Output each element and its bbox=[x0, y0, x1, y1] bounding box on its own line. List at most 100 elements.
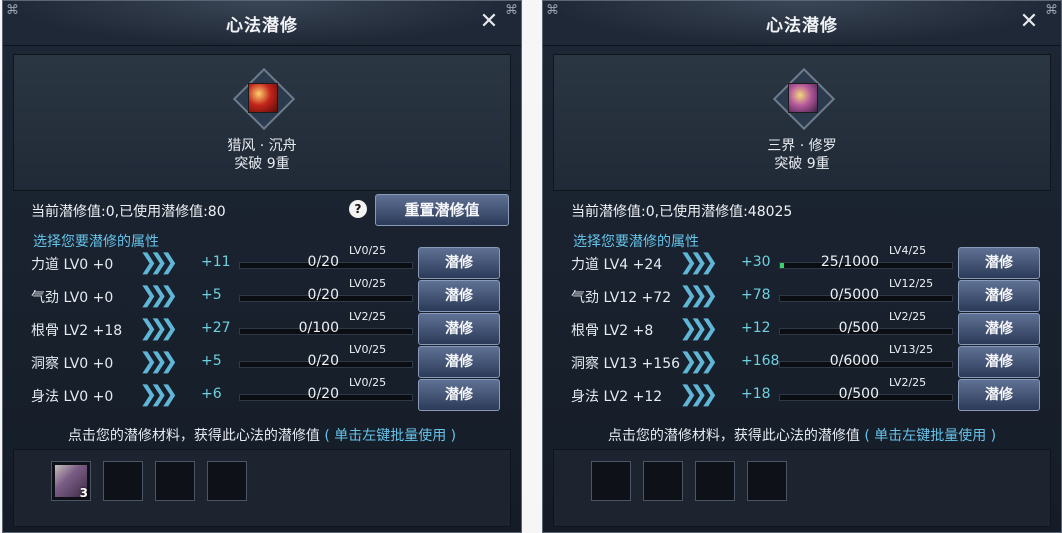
attribute-row: 力道 LV0 +0 ❯❯❯ +11 0/20 LV0/25 潜修 bbox=[3, 244, 521, 280]
attribute-row: 力道 LV4 +24 ❯❯❯ +30 25/1000 LV4/25 潜修 bbox=[543, 244, 1061, 280]
purple-book-icon bbox=[788, 83, 818, 113]
triple-chevron-right-icon: ❯❯❯ bbox=[679, 349, 718, 374]
attribute-row: 洞察 LV0 +0 ❯❯❯ +5 0/20 LV0/25 潜修 bbox=[3, 343, 521, 379]
close-icon[interactable]: ✕ bbox=[1017, 10, 1041, 34]
book-breakthrough: 突破 9重 bbox=[774, 156, 830, 172]
progress-text: 0/20 bbox=[307, 254, 339, 270]
attribute-gain: +30 bbox=[741, 254, 771, 270]
panel-title: 心法潜修 bbox=[226, 16, 298, 36]
material-slot[interactable] bbox=[643, 461, 683, 501]
material-slot[interactable] bbox=[207, 461, 247, 501]
triple-chevron-right-icon: ❯❯❯ bbox=[679, 382, 718, 407]
progress-text: 0/20 bbox=[307, 386, 339, 402]
material-slot[interactable] bbox=[591, 461, 631, 501]
cultivate-button[interactable]: 潜修 bbox=[958, 313, 1040, 345]
book-info: 猎风 · 沉舟 突破 9重 bbox=[13, 54, 511, 191]
triple-chevron-right-icon: ❯❯❯ bbox=[679, 316, 718, 341]
progress-text: 0/5000 bbox=[829, 287, 879, 303]
material-hint: 点击您的潜修材料，获得此心法的潜修值 ( 单击左键批量使用 ) bbox=[3, 425, 521, 445]
reset-cultivation-button[interactable]: 重置潜修值 bbox=[375, 194, 509, 226]
cultivate-button[interactable]: 潜修 bbox=[958, 379, 1040, 411]
attribute-name: 根骨 LV2 +8 bbox=[571, 323, 654, 339]
progress-text: 25/1000 bbox=[820, 254, 879, 270]
corner-ornament-icon: ⌘ bbox=[1045, 3, 1058, 18]
batch-use-link[interactable]: ( 单击左键批量使用 ) bbox=[324, 428, 456, 444]
cultivate-button[interactable]: 潜修 bbox=[958, 280, 1040, 312]
close-icon[interactable]: ✕ bbox=[477, 10, 501, 34]
material-slot[interactable] bbox=[103, 461, 143, 501]
book-info: 三界 · 修罗 突破 9重 bbox=[553, 54, 1051, 191]
cultivation-panel-2: ⌘ 心法潜修 ✕ ⌘ 三界 · 修罗 突破 9重 当前潜修值:0,已使用潜修值:… bbox=[542, 0, 1062, 533]
item-count: 3 bbox=[79, 486, 88, 500]
title-bar[interactable]: ⌘ 心法潜修 ✕ ⌘ bbox=[3, 1, 521, 46]
cultivate-button[interactable]: 潜修 bbox=[958, 247, 1040, 279]
attribute-name: 洞察 LV0 +0 bbox=[31, 356, 114, 372]
progress-text: 0/100 bbox=[298, 320, 339, 336]
triple-chevron-right-icon: ❯❯❯ bbox=[139, 349, 178, 374]
material-slot[interactable] bbox=[747, 461, 787, 501]
attribute-gain: +27 bbox=[201, 320, 231, 336]
book-emblem bbox=[772, 67, 836, 131]
attribute-gain: +18 bbox=[741, 386, 771, 402]
progress-text: 0/20 bbox=[307, 287, 339, 303]
cultivate-button[interactable]: 潜修 bbox=[418, 247, 500, 279]
level-text: LV0/25 bbox=[349, 277, 387, 290]
attribute-gain: +78 bbox=[741, 287, 771, 303]
progress-text: 0/500 bbox=[838, 386, 879, 402]
level-text: LV0/25 bbox=[349, 376, 387, 389]
level-text: LV2/25 bbox=[889, 310, 927, 323]
corner-ornament-icon: ⌘ bbox=[505, 3, 518, 18]
hint-text: 点击您的潜修材料，获得此心法的潜修值 bbox=[67, 428, 320, 444]
attribute-name: 力道 LV0 +0 bbox=[31, 257, 114, 273]
level-text: LV0/25 bbox=[349, 244, 387, 257]
cultivate-button[interactable]: 潜修 bbox=[418, 379, 500, 411]
current-cultivation-value: 当前潜修值:0,已使用潜修值:80 bbox=[31, 204, 226, 220]
attribute-name: 身法 LV2 +12 bbox=[571, 389, 663, 405]
hint-text: 点击您的潜修材料，获得此心法的潜修值 bbox=[607, 428, 860, 444]
progress-text: 0/500 bbox=[838, 320, 879, 336]
level-text: LV2/25 bbox=[349, 310, 387, 323]
cultivate-button[interactable]: 潜修 bbox=[958, 346, 1040, 378]
attribute-name: 根骨 LV2 +18 bbox=[31, 323, 123, 339]
attribute-gain: +5 bbox=[201, 353, 222, 369]
level-text: LV13/25 bbox=[889, 343, 934, 356]
level-text: LV2/25 bbox=[889, 376, 927, 389]
title-bar[interactable]: ⌘ 心法潜修 ✕ ⌘ bbox=[543, 1, 1061, 46]
book-name: 三界 · 修罗 bbox=[767, 138, 837, 154]
cultivate-button[interactable]: 潜修 bbox=[418, 313, 500, 345]
attribute-row: 洞察 LV13 +156 ❯❯❯ +168 0/6000 LV13/25 潜修 bbox=[543, 343, 1061, 379]
panel-title: 心法潜修 bbox=[766, 16, 838, 36]
triple-chevron-right-icon: ❯❯❯ bbox=[679, 250, 718, 275]
attribute-gain: +11 bbox=[201, 254, 231, 270]
progress-text: 0/6000 bbox=[829, 353, 879, 369]
attribute-gain: +5 bbox=[201, 287, 222, 303]
attribute-name: 力道 LV4 +24 bbox=[571, 257, 663, 273]
attribute-gain: +12 bbox=[741, 320, 771, 336]
material-slot[interactable]: 3 bbox=[51, 461, 91, 501]
help-icon[interactable]: ? bbox=[349, 200, 367, 218]
triple-chevron-right-icon: ❯❯❯ bbox=[679, 283, 718, 308]
triple-chevron-right-icon: ❯❯❯ bbox=[139, 250, 178, 275]
attribute-name: 身法 LV0 +0 bbox=[31, 389, 114, 405]
batch-use-link[interactable]: ( 单击左键批量使用 ) bbox=[864, 428, 996, 444]
book-breakthrough: 突破 9重 bbox=[234, 156, 290, 172]
triple-chevron-right-icon: ❯❯❯ bbox=[139, 382, 178, 407]
triple-chevron-right-icon: ❯❯❯ bbox=[139, 316, 178, 341]
attribute-name: 气劲 LV0 +0 bbox=[31, 290, 114, 306]
cultivate-button[interactable]: 潜修 bbox=[418, 280, 500, 312]
material-hint: 点击您的潜修材料，获得此心法的潜修值 ( 单击左键批量使用 ) bbox=[543, 425, 1061, 445]
red-book-icon bbox=[248, 83, 278, 113]
current-cultivation-value: 当前潜修值:0,已使用潜修值:48025 bbox=[571, 204, 793, 220]
attribute-row: 根骨 LV2 +8 ❯❯❯ +12 0/500 LV2/25 潜修 bbox=[543, 310, 1061, 346]
cultivate-button[interactable]: 潜修 bbox=[418, 346, 500, 378]
progress-text: 0/20 bbox=[307, 353, 339, 369]
material-slot[interactable] bbox=[155, 461, 195, 501]
cultivation-panel-1: ⌘ 心法潜修 ✕ ⌘ 猎风 · 沉舟 突破 9重 当前潜修值:0,已使用潜修值:… bbox=[2, 0, 522, 533]
book-name: 猎风 · 沉舟 bbox=[227, 138, 297, 154]
attribute-row: 气劲 LV0 +0 ❯❯❯ +5 0/20 LV0/25 潜修 bbox=[3, 277, 521, 313]
attribute-row: 根骨 LV2 +18 ❯❯❯ +27 0/100 LV2/25 潜修 bbox=[3, 310, 521, 346]
level-text: LV4/25 bbox=[889, 244, 927, 257]
material-slot[interactable] bbox=[695, 461, 735, 501]
attribute-name: 气劲 LV12 +72 bbox=[571, 290, 672, 306]
level-text: LV12/25 bbox=[889, 277, 934, 290]
